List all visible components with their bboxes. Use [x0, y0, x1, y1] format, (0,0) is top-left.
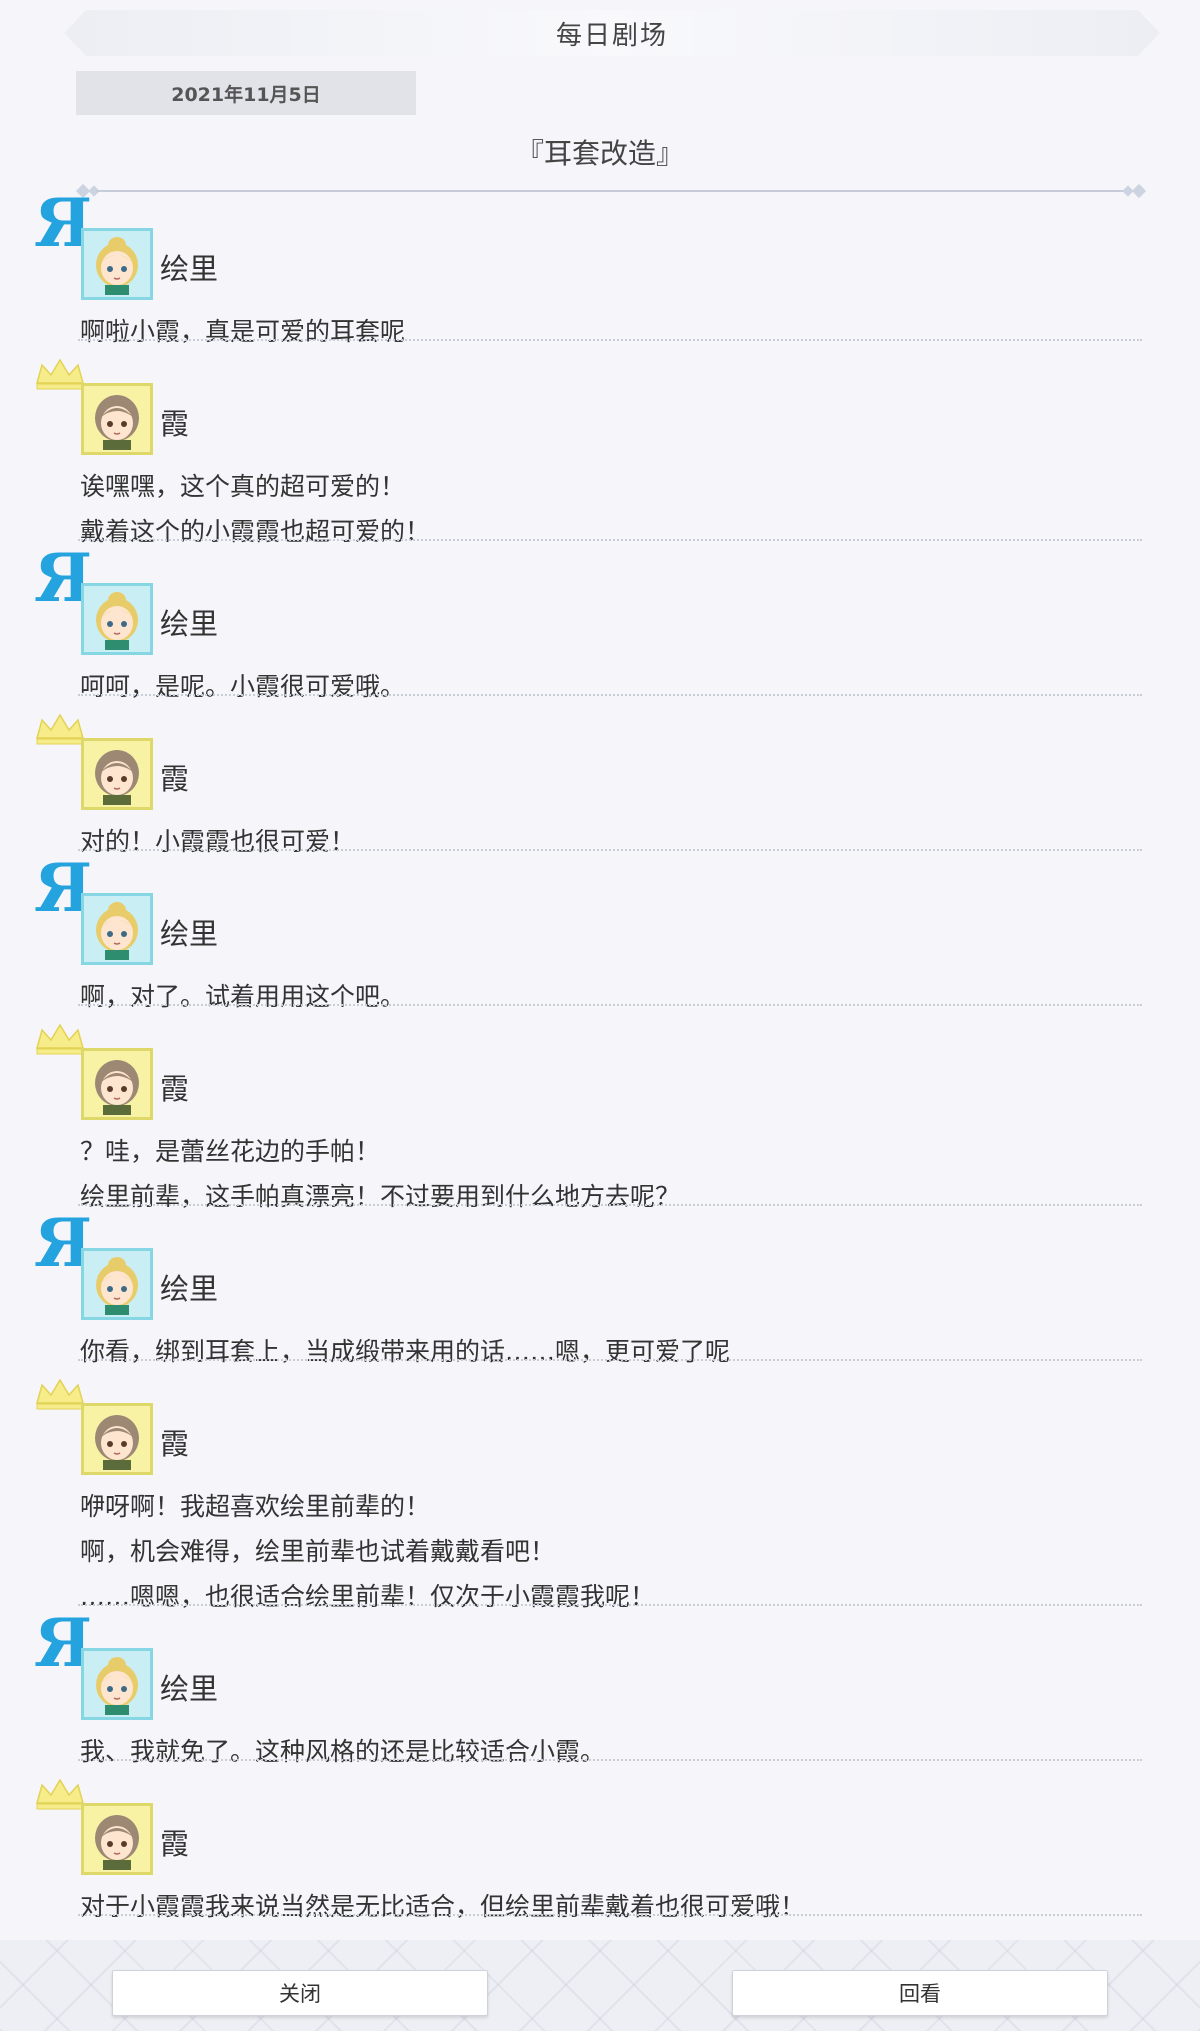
crown-emblem [34, 1377, 86, 1415]
avatar [81, 1403, 153, 1475]
speaker-name: 绘里 [160, 252, 219, 286]
dialogue-line: 啊啦小霞，真是可爱的耳套呢 [80, 317, 406, 346]
dialogue-entry: 霞 ？哇，是蕾丝花边的手帕！ 绘里前辈，这手帕真漂亮！不过要用到什么地方去呢？ [0, 1010, 1200, 1211]
dialogue-line: ？哇，是蕾丝花边的手帕！ [80, 1137, 381, 1166]
dialogue-line: 我、我就免了。这种风格的还是比较适合小霞。 [80, 1737, 606, 1766]
avatar [81, 893, 153, 965]
kasumi-portrait-icon [95, 750, 139, 805]
entry-separator [78, 1204, 1142, 1206]
crown-emblem [34, 1022, 86, 1060]
eli-portrait-icon [96, 902, 138, 960]
dialogue-entry: 霞对于小霞霞我来说当然是无比适合，但绘里前辈戴着也很可爱哦！ [0, 1765, 1200, 1921]
dialogue-line: 呵呵，是呢。小霞很可爱哦。 [80, 672, 406, 701]
kasumi-portrait-icon [95, 1060, 139, 1115]
entry-separator [78, 1914, 1142, 1916]
kasumi-portrait-icon [95, 1815, 139, 1870]
avatar [81, 1248, 153, 1320]
avatar [81, 1803, 153, 1875]
eli-portrait-icon [96, 592, 138, 650]
crown-icon [36, 1778, 84, 1810]
crown-emblem [34, 712, 86, 750]
page-title: 每日剧场 [555, 20, 668, 51]
avatar [81, 583, 153, 655]
speaker-name: 绘里 [160, 917, 219, 951]
entry-separator [78, 1004, 1142, 1006]
dialogue-line: 啊，对了。试着用用这个吧。 [80, 982, 406, 1011]
crown-icon [36, 358, 84, 390]
eli-portrait-icon [96, 237, 138, 295]
eli-portrait-icon [96, 1257, 138, 1315]
speaker-name: 霞 [160, 762, 190, 796]
dialogue-line: 对于小霞霞我来说当然是无比适合，但绘里前辈戴着也很可爱哦！ [80, 1892, 806, 1921]
speaker-name: 绘里 [160, 1672, 219, 1706]
entry-separator [78, 1759, 1142, 1761]
dialogue-entry: 霞咿呀啊！我超喜欢绘里前辈的！ 啊，机会难得，绘里前辈也试着戴戴看吧！ ……嗯嗯，也… [0, 1365, 1200, 1611]
dialogue-entry: 霞对的！小霞霞也很可爱！ [0, 700, 1200, 856]
kasumi-portrait-icon [95, 1415, 139, 1470]
crown-icon [36, 713, 84, 745]
entry-separator [78, 539, 1142, 541]
eli-portrait-icon [96, 1657, 138, 1715]
speaker-name: 霞 [160, 1427, 190, 1461]
replay-button[interactable]: 回看 [732, 1970, 1108, 2016]
dialogue-entry: Я 绘里 啊，对了。试着用用这个吧。 [0, 855, 1200, 1011]
dialogue-line: 诶嘿嘿，这个真的超可爱的！ [80, 472, 406, 501]
dialogue-line: 咿呀啊！我超喜欢绘里前辈的！ [80, 1492, 431, 1521]
entry-separator [78, 1359, 1142, 1361]
dialogue-line: 你看，绑到耳套上，当成缎带来用的话……嗯，更可爱了呢 [80, 1337, 731, 1366]
crown-emblem [34, 357, 86, 395]
dialogue-entry: Я 绘里 呵呵，是呢。小霞很可爱哦。 [0, 545, 1200, 701]
crown-icon [36, 1378, 84, 1410]
dialogue-line: 绘里前辈，这手帕真漂亮！不过要用到什么地方去呢？ [80, 1182, 681, 1211]
entry-separator [78, 849, 1142, 851]
dialogue-entry: Я 绘里 我、我就免了。这种风格的还是比较适合小霞。 [0, 1610, 1200, 1766]
dialogue-line: 啊，机会难得，绘里前辈也试着戴戴看吧！ [80, 1537, 556, 1566]
dialogue-line: 戴着这个的小霞霞也超可爱的！ [80, 517, 431, 546]
date-badge: 2021年11月5日 [76, 71, 416, 115]
speaker-name: 绘里 [160, 607, 219, 641]
date-text: 2021年11月5日 [171, 83, 321, 106]
kasumi-portrait-icon [95, 395, 139, 450]
close-button[interactable]: 关闭 [112, 1970, 488, 2016]
header-bar: 每日剧场 [64, 10, 1160, 56]
avatar [81, 1648, 153, 1720]
dialogue-entry: Я 绘里 你看，绑到耳套上，当成缎带来用的话……嗯，更可爱了呢 [0, 1210, 1200, 1366]
speaker-name: 霞 [160, 407, 190, 441]
dialogue-entry: Я 绘里 啊啦小霞，真是可爱的耳套呢 [0, 190, 1200, 346]
avatar [81, 228, 153, 300]
dialogue-entry: 霞诶嘿嘿，这个真的超可爱的！ 戴着这个的小霞霞也超可爱的！ [0, 345, 1200, 546]
story-title: 『耳套改造』 [515, 137, 684, 170]
entry-separator [78, 694, 1142, 696]
dialogue-list: Я 绘里 啊啦小霞，真是可爱的耳套呢霞诶嘿嘿，这个真的超可爱的！ 戴着这个的小霞霞也超… [0, 190, 1200, 1921]
avatar [81, 383, 153, 455]
avatar [81, 738, 153, 810]
crown-icon [36, 1023, 84, 1055]
crown-emblem [34, 1777, 86, 1815]
avatar [81, 1048, 153, 1120]
speaker-name: 霞 [160, 1827, 190, 1861]
speaker-name: 绘里 [160, 1272, 219, 1306]
dialogue-line: 对的！小霞霞也很可爱！ [80, 827, 356, 856]
entry-separator [78, 1604, 1142, 1606]
speaker-name: 霞 [160, 1072, 190, 1106]
dialogue-line: ……嗯嗯，也很适合绘里前辈！仅次于小霞霞我呢！ [80, 1582, 656, 1611]
entry-separator [78, 339, 1142, 341]
